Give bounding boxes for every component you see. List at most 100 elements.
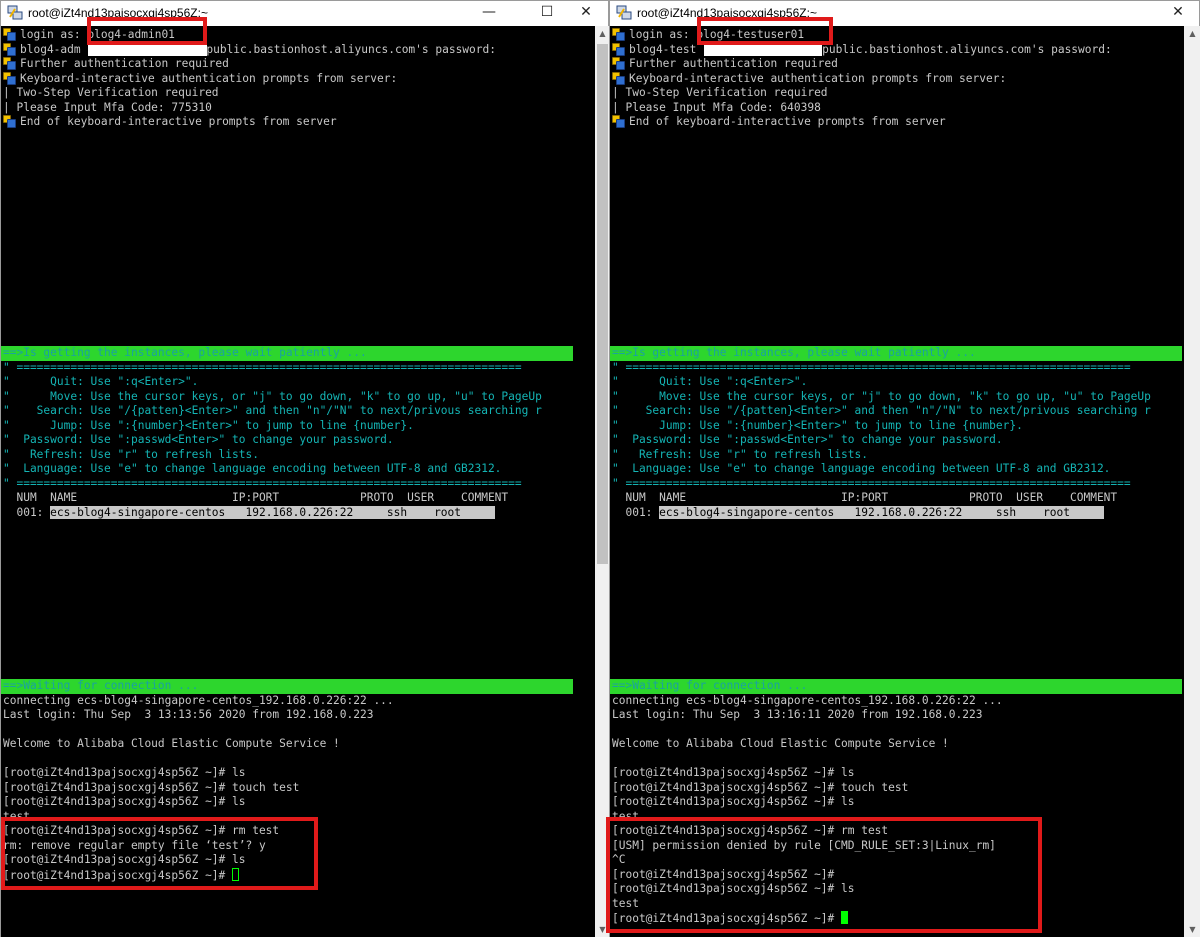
scroll-down-icon[interactable]: ▼ [595,922,610,937]
instance-table-header: NUM NAME IP:PORT PROTO USER COMMENT [612,491,1118,504]
auth-line: Further authentication required [612,57,838,72]
putty-icon [7,5,23,20]
mfa-code-line: | Please Input Mfa Code: 640398 [612,100,821,114]
left-scrollbar[interactable]: ▲ ▼ [595,26,610,937]
waiting-banner: ==>Waiting for connection ... [610,679,1182,694]
session-line: [root@iZt4nd13pajsocxgj4sp56Z ~]# ls [3,853,246,866]
left-putty-window: root@iZt4nd13pajsocxgj4sp56Z:~ — ☐ ✕ log… [0,0,610,937]
selected-instance[interactable]: ecs-blog4-singapore-centos 192.168.0.226… [50,505,495,519]
auth-line: Keyboard-interactive authentication prom… [612,71,1006,87]
help-line: " Quit: Use ":q<Enter>". [612,375,808,388]
selected-instance[interactable]: ecs-blog4-singapore-centos 192.168.0.226… [659,505,1104,519]
help-line: " ======================================… [612,476,1131,490]
minimize-button[interactable]: — [466,1,512,25]
key-icon [612,42,625,56]
scroll-down-icon[interactable]: ▼ [1184,922,1200,937]
help-line: " Quit: Use ":q<Enter>". [3,375,199,388]
session-line: [root@iZt4nd13pajsocxgj4sp56Z ~]# ls [3,795,246,808]
session-line: connecting ecs-blog4-singapore-centos_19… [612,693,1003,707]
key-icon [3,42,16,56]
help-line: " Move: Use the cursor keys, or "j" to g… [612,389,1151,403]
instance-row[interactable]: 001: ecs-blog4-singapore-centos 192.168.… [3,505,495,521]
key-icon [612,57,625,70]
instance-table-header: NUM NAME IP:PORT PROTO USER COMMENT [3,491,509,504]
session-line: [root@iZt4nd13pajsocxgj4sp56Z ~]# ls [612,795,855,808]
right-terminal[interactable]: login as: blog4-testuser01 blog4-test -pu… [610,26,1184,937]
left-title-bar[interactable]: root@iZt4nd13pajsocxgj4sp56Z:~ — ☐ ✕ [1,1,608,25]
end-prompts-line: End of keyboard-interactive prompts from… [612,115,946,130]
usm-denied-line: [USM] permission denied by rule [CMD_RUL… [612,838,996,852]
left-terminal[interactable]: login as: blog4-admin01 blog4-adm -public… [1,26,595,937]
putty-icon [616,5,632,20]
mfa-line: | Two-Step Verification required [3,86,219,99]
scroll-up-icon[interactable]: ▲ [1184,26,1200,42]
help-line: " Password: Use ":passwd<Enter>" to chan… [612,433,1003,446]
session-line: [root@iZt4nd13pajsocxgj4sp56Z ~]# touch … [612,780,909,794]
right-scrollbar[interactable]: ▲ ▼ [1184,26,1200,937]
help-line: " Move: Use the cursor keys, or "j" to g… [3,389,542,403]
help-line: " Refresh: Use "r" to refresh lists. [612,447,868,461]
session-line: Last login: Thu Sep 3 13:16:11 2020 from… [612,708,983,721]
mfa-line: | Two-Step Verification required [612,86,828,99]
session-line: Welcome to Alibaba Cloud Elastic Compute… [3,737,340,750]
instances-banner: ==>Is getting the instances, please wait… [1,346,573,361]
login-line: login as: blog4-admin01 [3,28,175,43]
password-line: blog4-test -public.bastionhost.aliyuncs.c… [612,42,1112,58]
help-line: " Language: Use "e" to change language e… [612,462,1111,475]
right-putty-window: root@iZt4nd13pajsocxgj4sp56Z:~ ✕ login a… [606,0,1200,937]
end-prompts-line: End of keyboard-interactive prompts from… [3,115,337,130]
session-line: [root@iZt4nd13pajsocxgj4sp56Z ~]# touch … [3,780,300,794]
key-icon [3,115,16,128]
command-prompt[interactable]: [root@iZt4nd13pajsocxgj4sp56Z ~]# [612,911,849,926]
session-line: [root@iZt4nd13pajsocxgj4sp56Z ~]# rm tes… [3,824,280,837]
session-line: [root@iZt4nd13pajsocxgj4sp56Z ~]# ls [3,766,246,779]
command-prompt[interactable]: [root@iZt4nd13pajsocxgj4sp56Z ~]# [3,867,240,883]
session-line: [root@iZt4nd13pajsocxgj4sp56Z ~]# ls [612,882,855,895]
session-line: [root@iZt4nd13pajsocxgj4sp56Z ~]# ls [612,766,855,779]
right-window-title: root@iZt4nd13pajsocxgj4sp56Z:~ [637,6,817,20]
mfa-code-line: | Please Input Mfa Code: 775310 [3,100,212,114]
session-line: test [3,809,30,823]
login-username: blog4-testuser01 [696,28,805,41]
key-icon [612,28,625,41]
terminal-cursor [841,911,849,924]
help-line: " ======================================… [612,360,1131,374]
help-line: " ======================================… [3,476,522,490]
terminal-cursor [232,867,240,881]
help-line: " Jump: Use ":{number}<Enter>" to jump t… [3,418,414,432]
instance-row[interactable]: 001: ecs-blog4-singapore-centos 192.168.… [612,505,1104,521]
help-line: " Search: Use "/{patten}<Enter>" and the… [3,404,542,417]
session-line: Last login: Thu Sep 3 13:13:56 2020 from… [3,708,374,721]
password-line: blog4-adm -public.bastionhost.aliyuncs.co… [3,42,496,58]
help-line: " Refresh: Use "r" to refresh lists. [3,447,259,461]
waiting-banner: ==>Waiting for connection ... [1,679,573,694]
auth-line: Further authentication required [3,57,229,72]
auth-line: Keyboard-interactive authentication prom… [3,71,397,87]
login-line: login as: blog4-testuser01 [612,28,804,43]
scroll-thumb[interactable] [597,44,608,564]
redaction-mask [704,43,822,56]
left-window-title: root@iZt4nd13pajsocxgj4sp56Z:~ [28,6,208,20]
session-line: ^C [612,853,626,866]
key-icon [3,28,16,41]
key-icon [612,71,625,85]
scroll-up-icon[interactable]: ▲ [595,26,610,42]
key-icon [3,57,16,70]
help-line: " ======================================… [3,360,522,374]
session-line: rm: remove regular empty file ‘test’? y [3,838,266,852]
help-line: " Password: Use ":passwd<Enter>" to chan… [3,433,394,446]
session-line: test [612,809,639,823]
help-line: " Search: Use "/{patten}<Enter>" and the… [612,404,1151,417]
close-button[interactable]: ✕ [1155,1,1200,25]
close-button[interactable]: ✕ [563,1,609,25]
redaction-mask [88,43,207,56]
key-icon [3,71,16,85]
session-line: [root@iZt4nd13pajsocxgj4sp56Z ~]# [612,867,835,881]
instances-banner: ==>Is getting the instances, please wait… [610,346,1182,361]
session-line: test [612,896,639,910]
help-line: " Jump: Use ":{number}<Enter>" to jump t… [612,418,1023,432]
right-title-bar[interactable]: root@iZt4nd13pajsocxgj4sp56Z:~ ✕ [610,1,1199,25]
session-line: connecting ecs-blog4-singapore-centos_19… [3,693,394,707]
key-icon [612,115,625,128]
login-username: blog4-admin01 [87,28,175,41]
